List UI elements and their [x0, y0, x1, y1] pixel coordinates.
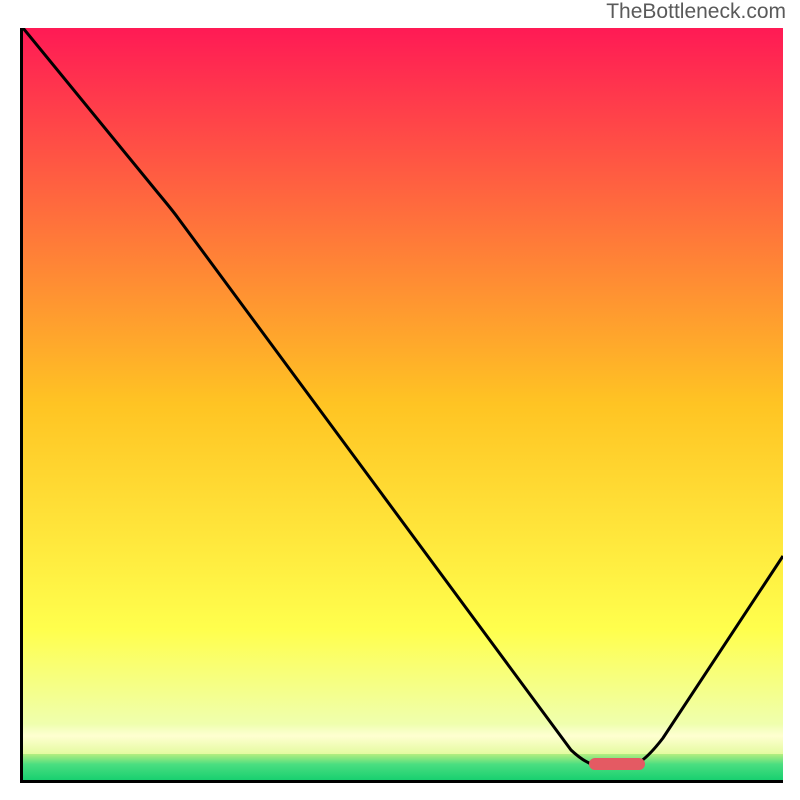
- chart-svg: [23, 28, 783, 780]
- brand-label: TheBottleneck.com: [606, 0, 786, 24]
- optimal-marker: [589, 758, 645, 770]
- plot-area: [20, 28, 783, 783]
- chart-container: TheBottleneck.com: [0, 0, 800, 800]
- bottleneck-curve: [23, 28, 783, 766]
